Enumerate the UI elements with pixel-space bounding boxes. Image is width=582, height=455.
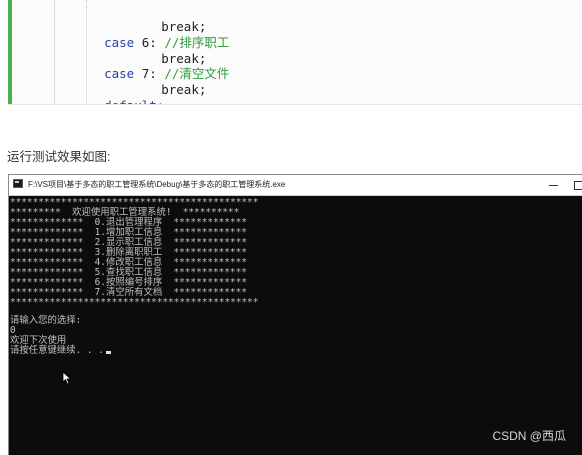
code-line: break; [131,19,207,34]
console-output[interactable]: ****************************************… [9,196,582,455]
mouse-pointer-icon [62,371,72,385]
code-block-accent-bar [8,0,12,104]
caption-text: 运行测试效果如图: [7,150,111,164]
watermark: CSDN @西瓜 [492,429,566,443]
code-line: break; [131,51,207,66]
code-gutter-divider [54,0,55,104]
maximize-button[interactable] [567,175,582,195]
code-line: case 7: //清空文件 [104,66,230,81]
console-prompt-text: 请按任意键继续. . . [10,345,104,356]
console-window[interactable]: F:\VS项目\基于多态的职工管理系统\Debug\基于多态的职工管理系统.ex… [8,174,582,455]
window-titlebar[interactable]: F:\VS项目\基于多态的职工管理系统\Debug\基于多态的职工管理系统.ex… [9,175,582,196]
code-snippet: break; case 6: //排序职工 break; case 7: //清… [8,0,582,105]
console-app-icon [13,179,23,188]
window-title: F:\VS项目\基于多态的职工管理系统\Debug\基于多态的职工管理系统.ex… [28,180,286,189]
console-prompt-line: 请按任意键继续. . . [10,346,111,356]
console-line: ****************************************… [10,297,259,308]
console-line: 请输入您的选择: [10,315,82,326]
code-line: default: [74,83,164,104]
minimize-button[interactable] [543,175,565,195]
code-line: case 6: //排序职工 [104,35,230,50]
code-line: break; [131,82,207,97]
text-cursor [105,351,111,354]
